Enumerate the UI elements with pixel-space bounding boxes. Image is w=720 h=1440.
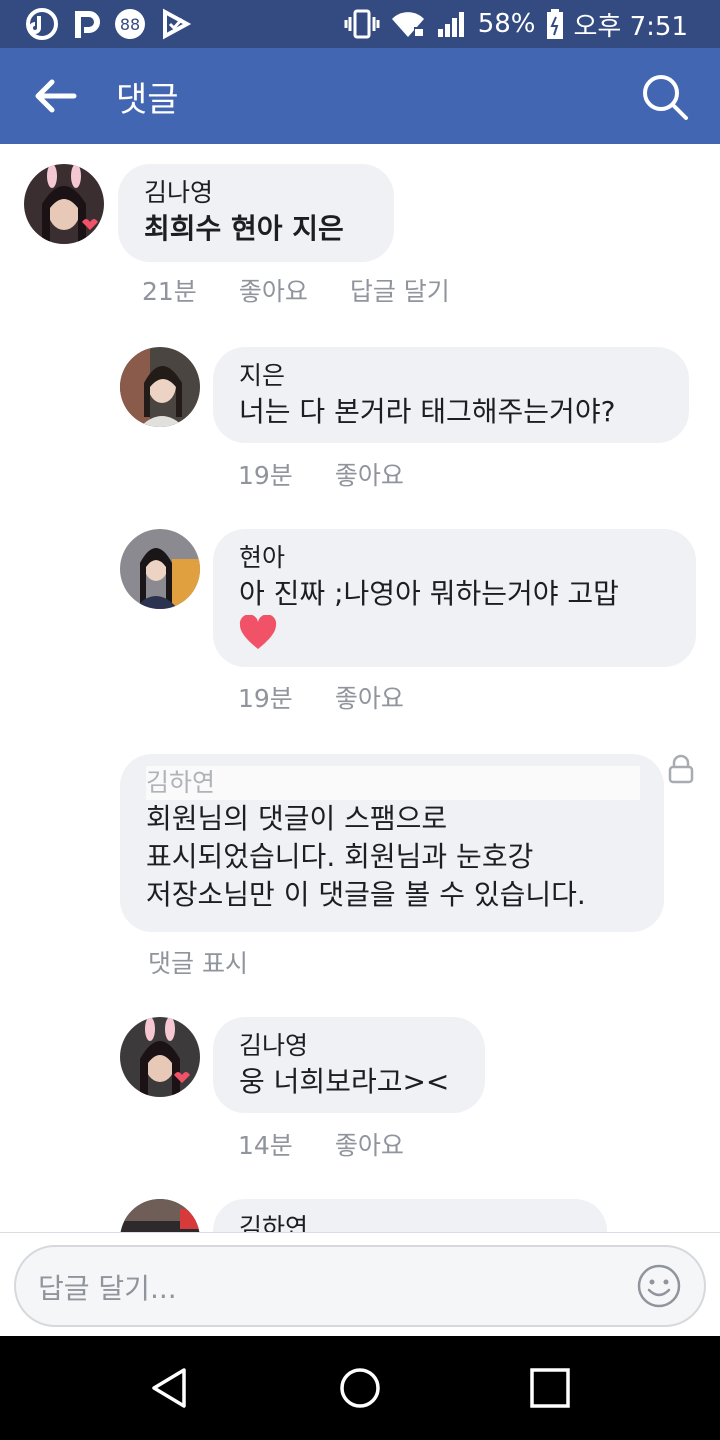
comment-bubble[interactable]: 김나영 웅 너희보라고>< bbox=[213, 1017, 485, 1113]
spam-notice-line: 회원님의 댓글이 스팸으로 bbox=[146, 802, 448, 835]
comment-text: 너는 다 본거라 태그해주는거야? bbox=[239, 395, 616, 428]
show-comment-button[interactable]: 댓글 표시 bbox=[148, 944, 248, 980]
spam-notice-line: 저장소님만 이 댓글을 볼 수 있습니다. bbox=[146, 878, 586, 911]
app-check-icon bbox=[163, 8, 192, 40]
comment-actions: 댓글 표시 bbox=[148, 944, 248, 980]
app-p-icon bbox=[75, 11, 100, 38]
signal-icon bbox=[437, 12, 464, 37]
like-button[interactable]: 좋아요 bbox=[335, 1126, 404, 1162]
comment-text: 최희수 현아 지은 bbox=[144, 212, 344, 245]
search-icon[interactable] bbox=[640, 72, 690, 122]
recents-square-icon[interactable] bbox=[528, 1366, 572, 1410]
spam-comment-bubble[interactable]: 김하연 회원님의 댓글이 스팸으로 표시되었습니다. 회원님과 눈호강 저장소님… bbox=[120, 754, 664, 932]
comment-time: 19분 bbox=[238, 461, 293, 490]
avatar[interactable] bbox=[120, 1199, 200, 1232]
spam-notice-line: 표시되었습니다. 회원님과 눈호강 bbox=[146, 840, 534, 873]
like-button[interactable]: 좋아요 bbox=[335, 456, 404, 492]
comment-time: 21분 bbox=[142, 277, 197, 306]
avatar[interactable] bbox=[120, 529, 200, 609]
app-circle-icon: 88 bbox=[115, 9, 145, 39]
battery-percent: 58% bbox=[477, 9, 536, 39]
reply-placeholder: 답글 달기... bbox=[38, 1272, 177, 1305]
comment-time: 14분 bbox=[238, 1131, 293, 1160]
svg-text:88: 88 bbox=[120, 15, 140, 34]
comment-actions: 19분 좋아요 bbox=[238, 679, 404, 715]
commenter-name[interactable]: 김하연 bbox=[239, 1211, 581, 1232]
comment-actions: 19분 좋아요 bbox=[238, 456, 404, 492]
home-circle-icon[interactable] bbox=[338, 1366, 382, 1410]
vibrate-icon bbox=[344, 9, 380, 39]
app-bar: 댓글 bbox=[0, 48, 720, 144]
back-arrow-icon[interactable] bbox=[30, 76, 80, 116]
app-d-icon bbox=[26, 8, 58, 40]
emoji-icon[interactable] bbox=[636, 1263, 682, 1309]
like-button[interactable]: 좋아요 bbox=[239, 272, 308, 308]
heart-emoji-icon bbox=[239, 614, 277, 649]
comment-time: 19분 bbox=[238, 684, 293, 713]
like-button[interactable]: 좋아요 bbox=[335, 679, 404, 715]
reply-button[interactable]: 답글 달기 bbox=[350, 272, 450, 308]
comment-bubble[interactable]: 지은 너는 다 본거라 태그해주는거야? bbox=[213, 347, 689, 443]
back-triangle-icon[interactable] bbox=[148, 1366, 192, 1410]
comment-bubble[interactable]: 현아 아 진짜 ;나영아 뭐하는거야 고맙 bbox=[213, 529, 696, 667]
avatar[interactable] bbox=[120, 347, 200, 427]
commenter-name[interactable]: 지은 bbox=[239, 359, 663, 393]
reply-bar: 답글 달기... bbox=[0, 1232, 720, 1336]
comment-bubble[interactable]: 김하연 bbox=[213, 1199, 607, 1232]
commenter-name[interactable]: 현아 bbox=[239, 541, 670, 575]
comment-actions: 21분 좋아요 답글 달기 bbox=[142, 272, 450, 308]
comment-actions: 14분 좋아요 bbox=[238, 1126, 404, 1162]
clock: 오후 7:51 bbox=[573, 11, 689, 42]
commenter-name[interactable]: 김나영 bbox=[144, 176, 368, 210]
wifi-icon bbox=[391, 12, 424, 37]
page-title: 댓글 bbox=[116, 80, 179, 120]
status-bar: 88 58% 오후 7:51 bbox=[0, 0, 720, 48]
avatar[interactable] bbox=[24, 164, 104, 244]
comment-text: 아 진짜 ;나영아 뭐하는거야 고맙 bbox=[239, 577, 619, 610]
comment-bubble[interactable]: 김나영 최희수 현아 지은 bbox=[118, 164, 394, 262]
comment-list[interactable]: 김나영 최희수 현아 지은 21분 좋아요 답글 달기 지은 너는 다 본거라 … bbox=[0, 144, 720, 1232]
system-nav-bar bbox=[0, 1336, 720, 1440]
reply-input[interactable]: 답글 달기... bbox=[14, 1245, 706, 1327]
commenter-name[interactable]: 김나영 bbox=[239, 1029, 459, 1063]
battery-icon bbox=[546, 9, 563, 39]
lock-icon bbox=[668, 754, 694, 784]
avatar[interactable] bbox=[120, 1017, 200, 1097]
commenter-name: 김하연 bbox=[146, 766, 640, 800]
comment-text: 웅 너희보라고>< bbox=[239, 1065, 450, 1098]
